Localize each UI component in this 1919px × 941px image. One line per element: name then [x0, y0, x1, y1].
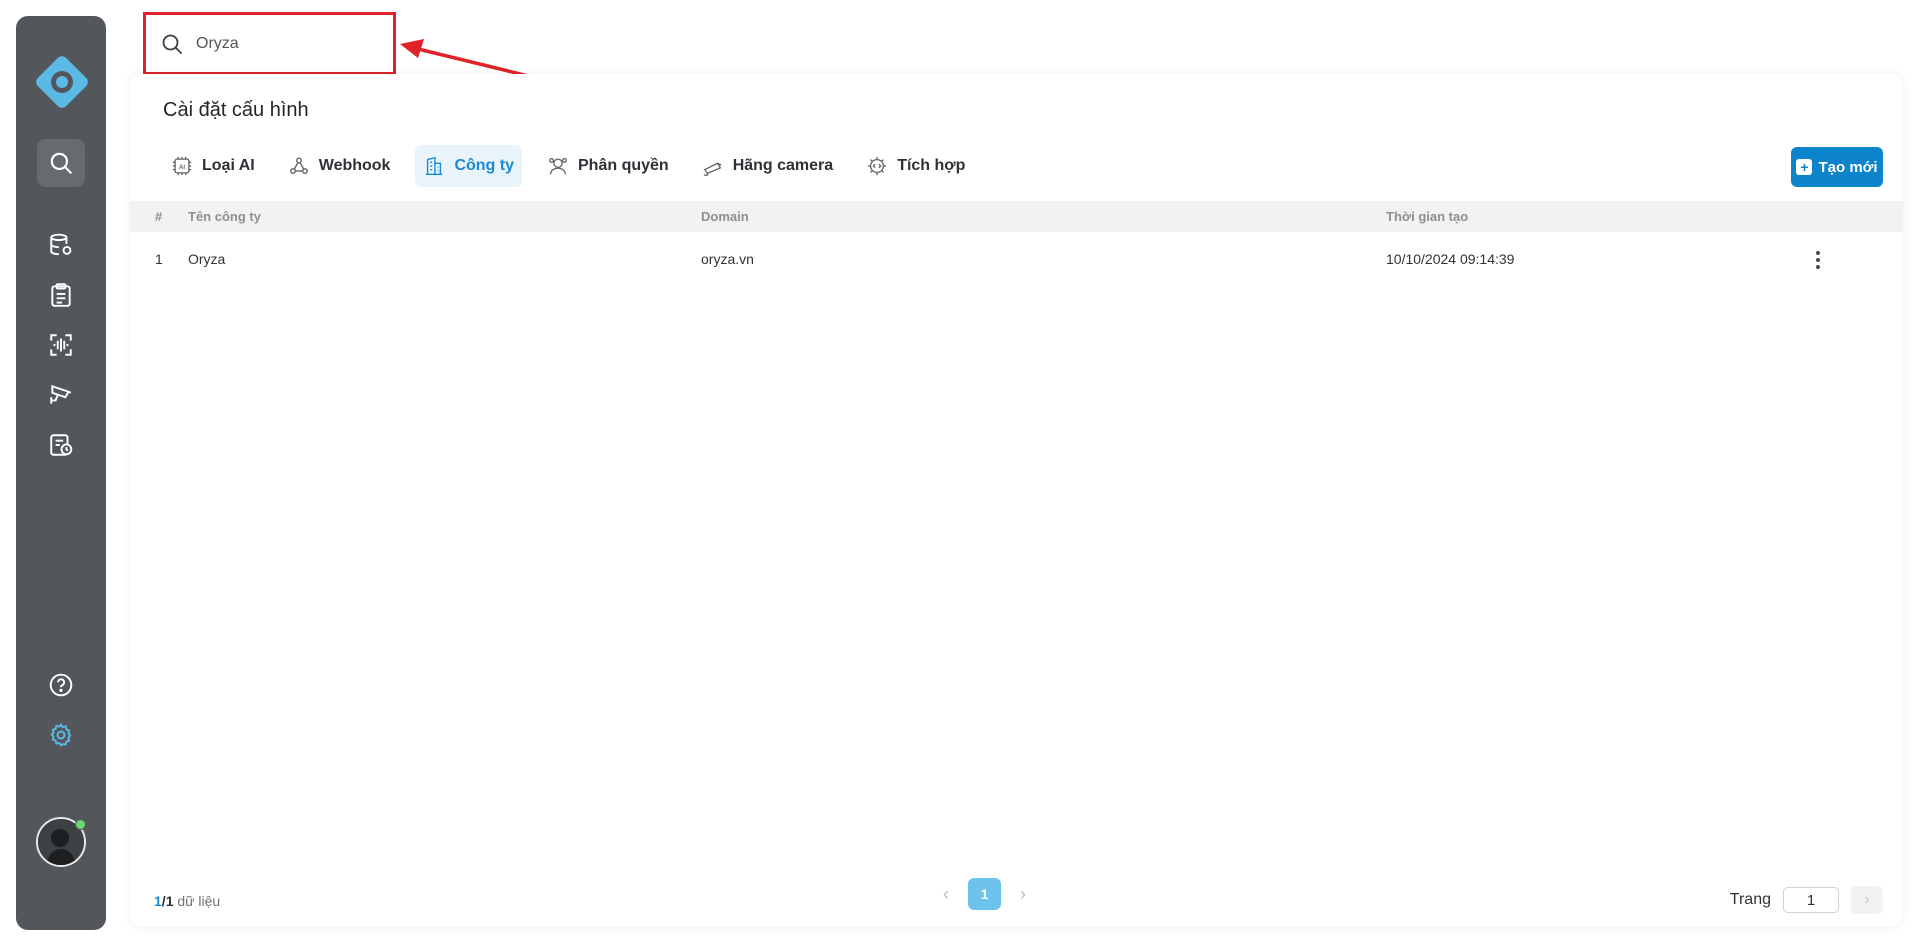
gear-icon [50, 723, 72, 747]
tab-hang-camera[interactable]: Hãng camera [694, 145, 842, 187]
tab-label: Hãng camera [732, 157, 834, 174]
tab-label: Phân quyền [578, 157, 669, 174]
sidebar-item-camera[interactable] [37, 371, 85, 419]
goto-page-label: Trang [1729, 891, 1771, 908]
tab-loai-ai[interactable]: AI Loại AI [163, 145, 263, 187]
sidebar [16, 16, 106, 930]
tab-label: Webhook [318, 157, 391, 174]
building-icon [426, 156, 443, 175]
goto-page: Trang › [1730, 886, 1883, 914]
cctv-camera-icon [50, 384, 72, 404]
face-scan-icon [50, 334, 72, 356]
svg-text:AI: AI [179, 165, 185, 171]
table-header: # Tên công ty Domain Thời gian tạo [130, 201, 1903, 232]
next-page-icon[interactable]: › [1007, 878, 1039, 910]
report-clock-icon [50, 434, 73, 456]
sidebar-item-database[interactable] [37, 221, 85, 269]
integration-chip-icon [868, 156, 887, 176]
row-more-actions-icon[interactable] [1808, 247, 1828, 273]
tab-label: Tích hợp [897, 157, 966, 174]
cell-company-name: Oryza [188, 251, 226, 267]
app-logo[interactable] [34, 54, 90, 110]
search-icon [162, 34, 182, 54]
tab-bar: AI Loại AI Webhook Công ty Phân quyền Hã… [163, 145, 990, 187]
create-new-button[interactable]: + Tạo mới [1791, 147, 1883, 187]
ai-chip-icon: AI [172, 156, 192, 176]
plus-icon: + [1796, 159, 1813, 175]
record-count-suffix: dữ liệu [177, 893, 221, 909]
tab-tich-hop[interactable]: Tích hợp [858, 145, 973, 187]
table-row[interactable]: 1 Oryza oryza.vn 10/10/2024 09:14:39 [130, 251, 1903, 291]
record-count: 1/1 dữ liệu [154, 893, 221, 909]
tab-label: Loại AI [202, 157, 255, 174]
column-header-index: # [155, 209, 163, 224]
online-status-dot [75, 819, 86, 830]
tab-webhook[interactable]: Webhook [280, 145, 399, 187]
create-new-label: Tạo mới [1818, 158, 1878, 176]
search-input[interactable] [196, 34, 376, 53]
column-header-created-time: Thời gian tạo [1386, 209, 1469, 224]
webhook-icon [289, 157, 308, 175]
cell-index: 1 [155, 251, 163, 267]
clipboard-list-icon [51, 283, 71, 307]
column-header-domain: Domain [701, 209, 749, 224]
record-count-total: 1 [165, 893, 174, 909]
record-count-current: 1 [154, 893, 162, 909]
cell-domain: oryza.vn [701, 251, 754, 267]
goto-page-chevron-right-icon[interactable]: › [1851, 886, 1883, 914]
page-number-active[interactable]: 1 [968, 878, 1001, 910]
database-settings-icon [50, 233, 72, 256]
sidebar-item-clipboard[interactable] [37, 271, 85, 319]
tab-cong-ty[interactable]: Công ty [415, 145, 522, 187]
sidebar-item-settings[interactable] [37, 711, 85, 759]
tab-label: Công ty [454, 157, 514, 174]
tab-phan-quyen[interactable]: Phân quyền [539, 145, 677, 187]
search-icon [50, 152, 72, 174]
sidebar-item-report[interactable] [37, 421, 85, 469]
content-card: Cài đặt cấu hình AI Loại AI Webhook Công… [130, 74, 1903, 927]
sidebar-item-help[interactable] [37, 661, 85, 709]
search-box[interactable] [143, 12, 396, 75]
sidebar-item-search[interactable] [37, 139, 85, 187]
goto-page-input[interactable] [1783, 887, 1839, 913]
cell-created-time: 10/10/2024 09:14:39 [1386, 251, 1515, 267]
question-circle-icon [49, 673, 73, 697]
camera-icon [703, 162, 722, 176]
user-group-icon [549, 158, 567, 175]
page-title: Cài đặt cấu hình [163, 99, 309, 121]
prev-page-icon[interactable]: ‹ [930, 878, 962, 910]
pagination: ‹ 1 › [930, 878, 1039, 910]
sidebar-item-scan[interactable] [37, 321, 85, 369]
column-header-company-name: Tên công ty [188, 209, 261, 224]
